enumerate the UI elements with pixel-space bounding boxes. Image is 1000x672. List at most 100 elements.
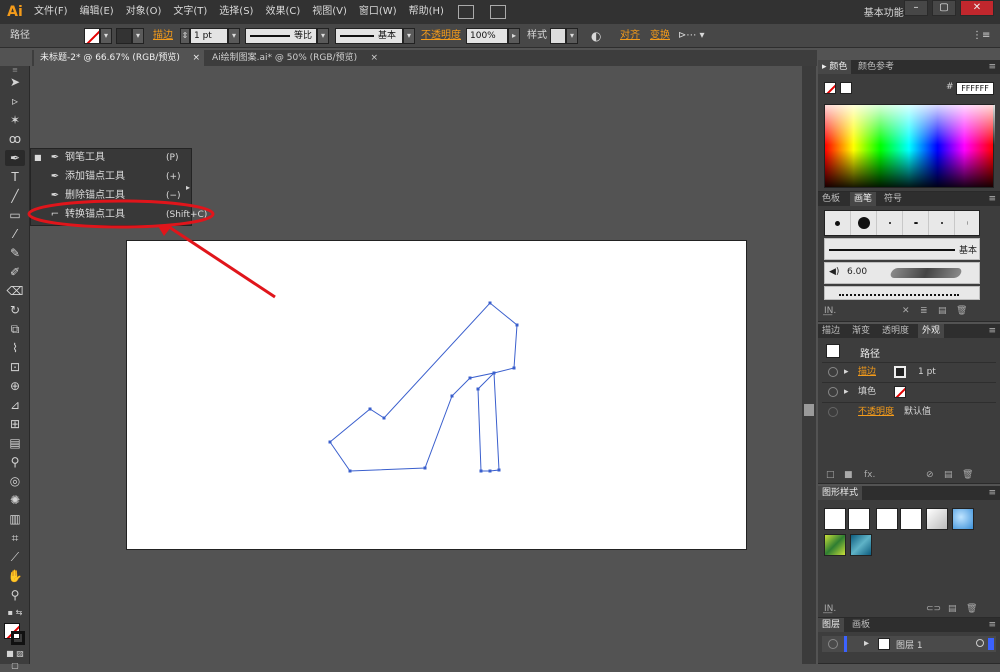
brush-tick[interactable] bbox=[929, 211, 955, 235]
free-transform-icon[interactable]: ⊡ bbox=[5, 359, 25, 375]
panel-menu-icon[interactable]: ≡ bbox=[988, 486, 996, 500]
anchor-point[interactable] bbox=[492, 371, 496, 375]
tab-appearance[interactable]: 外观 bbox=[918, 324, 945, 338]
new-brush-icon[interactable]: ▤ bbox=[938, 306, 947, 316]
default-colors-icon[interactable]: ▪ ⇆ bbox=[5, 607, 25, 619]
warp-icon[interactable]: ⌇ bbox=[5, 340, 25, 356]
appearance-stroke-row[interactable]: ▸ 描边 1 pt bbox=[822, 362, 996, 380]
hand-icon[interactable]: ✋ bbox=[5, 568, 25, 584]
tab-gradient[interactable]: 渐变 bbox=[848, 324, 874, 338]
graphic-style-teal-pattern[interactable] bbox=[850, 534, 872, 556]
panel-menu-icon[interactable]: ≡ bbox=[988, 618, 996, 632]
blend-icon[interactable]: ◎ bbox=[5, 473, 25, 489]
gradient-icon[interactable]: ▤ bbox=[5, 435, 25, 451]
tab-transparency[interactable]: 透明度 bbox=[878, 324, 913, 338]
brush-libraries-icon[interactable]: I̲N̲. bbox=[824, 306, 836, 316]
mesh-icon[interactable]: ⊞ bbox=[5, 416, 25, 432]
appearance-fill-row[interactable]: ▸ 填色 bbox=[822, 382, 996, 400]
anchor-point[interactable] bbox=[476, 387, 480, 391]
anchor-point[interactable] bbox=[479, 469, 483, 473]
graphic-style-blue-glow[interactable] bbox=[952, 508, 974, 530]
slice-icon[interactable]: ⟋ bbox=[5, 549, 25, 565]
brush-options-icon[interactable]: ≣ bbox=[920, 306, 928, 316]
brush-calligraphic-row[interactable]: ◀) 6.00 bbox=[824, 262, 980, 284]
anchor-point[interactable] bbox=[468, 376, 472, 380]
artboard-icon[interactable]: ⌗ bbox=[5, 530, 25, 546]
brush-dot-small[interactable] bbox=[825, 211, 851, 235]
anchor-point[interactable] bbox=[382, 416, 386, 420]
delete-style-icon[interactable]: 🗑 bbox=[966, 604, 977, 614]
hex-input[interactable]: FFFFFF bbox=[956, 82, 994, 95]
anchor-point[interactable] bbox=[515, 323, 519, 327]
styles-library-icon[interactable]: I̲N̲. bbox=[824, 604, 836, 614]
blob-brush-icon[interactable]: ✐ bbox=[5, 264, 25, 280]
anchor-point[interactable] bbox=[348, 469, 352, 473]
shape-builder-icon[interactable]: ⊕ bbox=[5, 378, 25, 394]
scale-icon[interactable]: ⧉ bbox=[5, 321, 25, 337]
tab-artboards[interactable]: 画板 bbox=[848, 618, 874, 632]
brush-basic-row[interactable]: 基本 bbox=[824, 238, 980, 260]
stroke-link[interactable]: 描边 bbox=[858, 363, 876, 381]
color-spectrum[interactable] bbox=[824, 104, 995, 188]
pencil-icon[interactable]: ✎ bbox=[5, 245, 25, 261]
new-fill-icon[interactable]: ■ bbox=[844, 470, 853, 480]
zoom-icon[interactable]: ⚲ bbox=[5, 587, 25, 603]
opacity-link[interactable]: 不透明度 bbox=[858, 403, 894, 421]
brush-faint[interactable] bbox=[955, 211, 981, 235]
anchor-point[interactable] bbox=[423, 466, 427, 470]
anchor-point[interactable] bbox=[488, 301, 492, 305]
graphic-style-bevel[interactable] bbox=[926, 508, 948, 530]
visibility-eye-icon[interactable] bbox=[828, 387, 838, 397]
graphic-style-white[interactable] bbox=[876, 508, 898, 530]
tab-layers[interactable]: 图层 bbox=[818, 618, 845, 632]
rotate-icon[interactable]: ↻ bbox=[5, 302, 25, 318]
visibility-eye-icon[interactable] bbox=[828, 367, 838, 377]
eraser-icon[interactable]: ⌫ bbox=[5, 283, 25, 299]
add-effect-icon[interactable]: fx. bbox=[864, 470, 875, 480]
graphic-style-green-leaf[interactable] bbox=[824, 534, 846, 556]
stroke-color-icon[interactable] bbox=[840, 82, 852, 94]
visibility-eye-icon[interactable] bbox=[828, 407, 838, 417]
tab-color-guide[interactable]: 颜色参考 bbox=[854, 60, 898, 74]
symbol-sprayer-icon[interactable]: ✺ bbox=[5, 492, 25, 508]
tab-symbols[interactable]: 符号 bbox=[880, 192, 906, 206]
delete-item-icon[interactable]: 🗑 bbox=[962, 470, 973, 480]
layer-row[interactable]: ▸ 图层 1 bbox=[822, 636, 996, 652]
eyedropper-icon[interactable]: ⚲ bbox=[5, 454, 25, 470]
anchor-point[interactable] bbox=[497, 468, 501, 472]
column-graph-icon[interactable]: ▥ bbox=[5, 511, 25, 527]
duplicate-item-icon[interactable]: ▤ bbox=[944, 470, 953, 480]
graphic-style-default[interactable] bbox=[824, 508, 846, 530]
remove-brush-stroke-icon[interactable]: ✕ bbox=[902, 306, 910, 316]
anchor-point[interactable] bbox=[488, 469, 492, 473]
anchor-point[interactable] bbox=[512, 366, 516, 370]
anchor-point[interactable] bbox=[368, 407, 372, 411]
brush-pattern-row[interactable] bbox=[824, 286, 980, 300]
appearance-opacity-row[interactable]: 不透明度 默认值 bbox=[822, 402, 996, 420]
clear-appearance-icon[interactable]: ⊘ bbox=[926, 470, 934, 480]
break-link-icon[interactable]: ⊂⊃ bbox=[926, 604, 941, 614]
tab-stroke[interactable]: 描边 bbox=[818, 324, 844, 338]
shoe-path[interactable] bbox=[329, 302, 518, 472]
delete-brush-icon[interactable]: 🗑 bbox=[956, 306, 967, 316]
tab-graphic-styles[interactable]: 图形样式 bbox=[818, 486, 863, 500]
perspective-icon[interactable]: ⊿ bbox=[5, 397, 25, 413]
brush-dash[interactable] bbox=[903, 211, 929, 235]
anchor-point[interactable] bbox=[450, 394, 454, 398]
graphic-style-red-none[interactable] bbox=[900, 508, 922, 530]
graphic-style-none[interactable] bbox=[848, 508, 870, 530]
brush-dot-large[interactable] bbox=[851, 211, 877, 235]
panel-menu-icon[interactable]: ≡ bbox=[988, 324, 996, 338]
tab-brushes[interactable]: 画笔 bbox=[850, 192, 877, 206]
tab-color[interactable]: ▸ 颜色 bbox=[818, 60, 852, 74]
stroke-color-icon[interactable] bbox=[11, 631, 25, 645]
tab-swatches[interactable]: 色板 bbox=[818, 192, 844, 206]
panel-menu-icon[interactable]: ≡ bbox=[988, 60, 996, 74]
new-style-icon[interactable]: ▤ bbox=[948, 604, 957, 614]
anchor-point[interactable] bbox=[328, 440, 332, 444]
visibility-eye-icon[interactable] bbox=[828, 639, 838, 649]
new-stroke-icon[interactable]: □ bbox=[826, 470, 835, 480]
fill-color-icon[interactable] bbox=[824, 82, 836, 94]
brush-dot-tiny[interactable] bbox=[877, 211, 903, 235]
color-mode-icon[interactable]: ■ ▨ ▢ bbox=[5, 648, 25, 670]
